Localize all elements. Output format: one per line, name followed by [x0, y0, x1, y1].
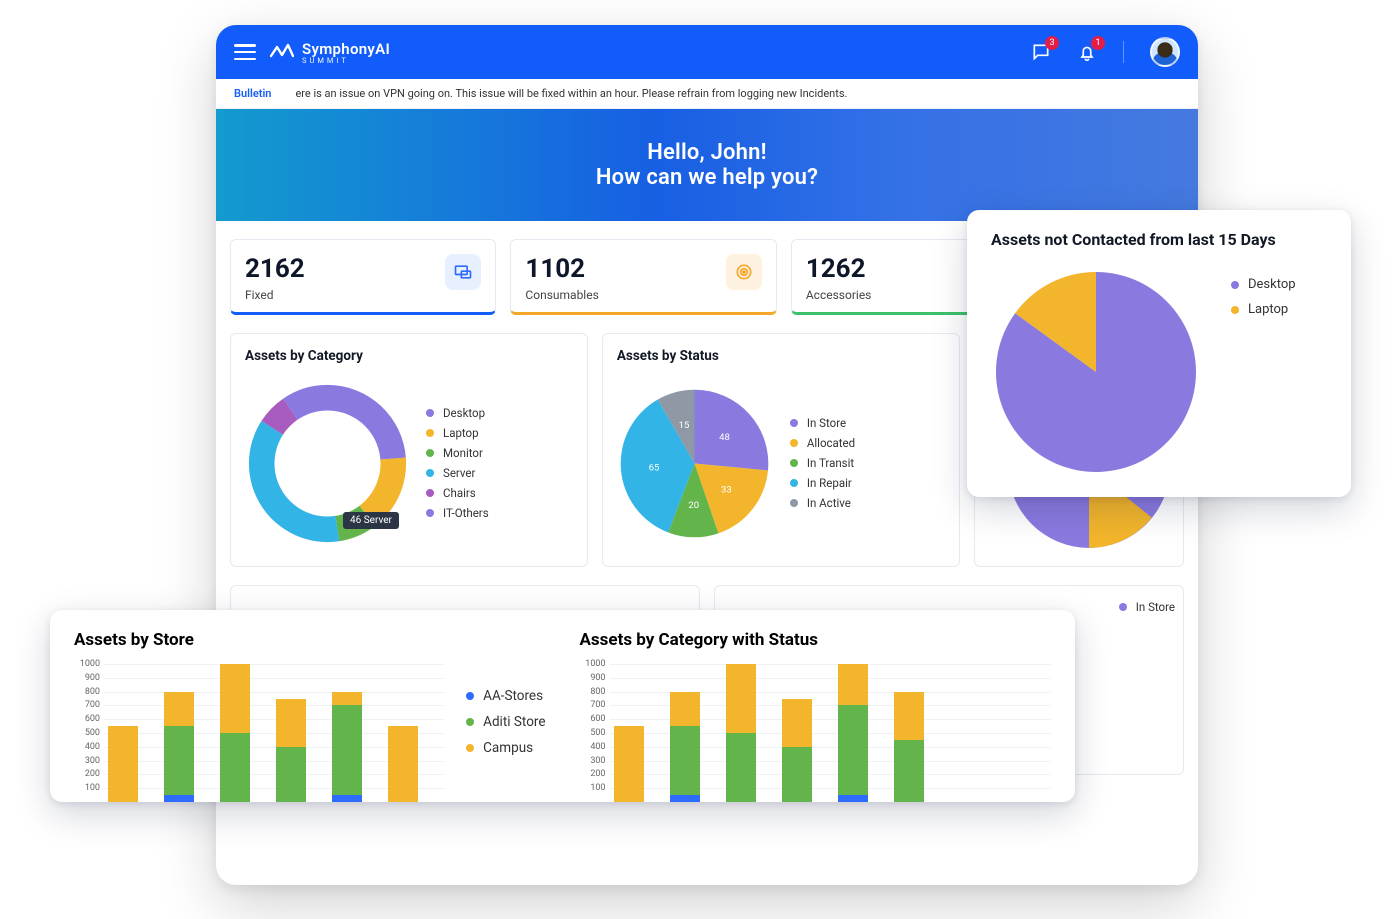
legend-item[interactable]: AA-Stores	[466, 688, 545, 704]
kpi-consumables[interactable]: 1102 Consumables	[510, 239, 776, 315]
kpi-fixed[interactable]: 2162 Fixed	[230, 239, 496, 315]
legend-item[interactable]: In Transit	[790, 456, 855, 470]
svg-text:15: 15	[679, 419, 690, 430]
legend-label: Desktop	[1248, 277, 1296, 292]
legend-label: In Active	[807, 496, 851, 510]
legend-label: In Transit	[807, 456, 854, 470]
bar-chart-catstatus[interactable]: 1002003004005006007008009001000	[580, 664, 1052, 802]
legend-item[interactable]: Aditi Store	[466, 714, 545, 730]
chart-tooltip: 46 Server	[343, 512, 399, 529]
panel-title: Assets by Category	[245, 348, 573, 364]
legend-item[interactable]: Allocated	[790, 436, 855, 450]
panel-assets-by-category: Assets by Category Desktop Laptop Monitor S…	[230, 333, 588, 567]
card-bar-charts: Assets by Store 100200300400500600700800…	[50, 610, 1075, 802]
pie-status[interactable]: 48 33 20 65 15	[617, 386, 772, 541]
avatar[interactable]	[1150, 37, 1180, 67]
bell-badge: 1	[1091, 36, 1105, 50]
legend-item[interactable]: Server	[426, 466, 489, 480]
pie-not-contacted[interactable]	[991, 267, 1201, 477]
legend-item[interactable]: Desktop	[1231, 277, 1296, 292]
kpi-label: Fixed	[245, 288, 305, 302]
legend-item[interactable]: Desktop	[426, 406, 489, 420]
kpi-label: Accessories	[806, 288, 872, 302]
card-title: Assets not Contacted from last 15 Days	[991, 230, 1327, 249]
legend-item[interactable]: Laptop	[426, 426, 489, 440]
brand-sub: SUMMIT	[302, 56, 390, 65]
legend-category: Desktop Laptop Monitor Server Chairs IT-Other…	[426, 400, 489, 526]
panel-title: Assets by Status	[617, 348, 945, 364]
kpi-value: 1102	[525, 254, 598, 284]
brand-logo-icon	[270, 40, 294, 64]
legend-item[interactable]: Campus	[466, 740, 545, 756]
legend-label: Allocated	[807, 436, 855, 450]
legend-label: AA-Stores	[483, 688, 543, 704]
header-divider	[1123, 41, 1124, 63]
legend-label: In Store	[807, 416, 846, 430]
panel-assets-by-status: Assets by Status 48 33 20 65 15 In Store Allo…	[602, 333, 960, 567]
legend-status: In Store Allocated In Transit In Repair In A…	[790, 410, 855, 516]
legend-instore: In Store	[1119, 594, 1175, 620]
legend-item[interactable]: IT-Others	[426, 506, 489, 520]
kpi-value: 1262	[806, 254, 872, 284]
brand[interactable]: SymphonyAI SUMMIT	[270, 40, 390, 65]
legend-label: Aditi Store	[483, 714, 545, 730]
legend-store: AA-Stores Aditi Store Campus	[466, 678, 545, 802]
kpi-icon	[726, 254, 762, 290]
legend-label: In Store	[1136, 600, 1175, 614]
legend-label: Server	[443, 466, 475, 480]
hero-line2: How can we help you?	[596, 165, 818, 190]
legend-label: Campus	[483, 740, 533, 756]
app-header: SymphonyAI SUMMIT 3 1	[216, 25, 1198, 79]
legend-label: Monitor	[443, 446, 483, 460]
legend-item[interactable]: Laptop	[1231, 302, 1296, 317]
bar-chart-store[interactable]: 1002003004005006007008009001000	[74, 664, 444, 802]
legend-label: Chairs	[443, 486, 476, 500]
bulletin-tag[interactable]: Bulletin	[234, 87, 271, 100]
legend-item[interactable]: In Repair	[790, 476, 855, 490]
svg-text:20: 20	[688, 499, 699, 510]
svg-text:65: 65	[648, 462, 659, 473]
menu-icon[interactable]	[234, 44, 256, 60]
chart-title: Assets by Category with Status	[580, 630, 1052, 650]
bell-icon[interactable]: 1	[1077, 42, 1097, 62]
kpi-label: Consumables	[525, 288, 598, 302]
chat-badge: 3	[1045, 36, 1059, 50]
bulletin-text: ere is an issue on VPN going on. This is…	[295, 87, 847, 100]
legend-item[interactable]: Chairs	[426, 486, 489, 500]
legend-label: Laptop	[1248, 302, 1288, 317]
legend-label: In Repair	[807, 476, 852, 490]
legend-not-contacted: Desktop Laptop	[1231, 267, 1296, 327]
legend-label: Desktop	[443, 406, 485, 420]
chart-title: Assets by Store	[74, 630, 546, 650]
chat-icon[interactable]: 3	[1031, 42, 1051, 62]
hero-banner: Hello, John! How can we help you?	[216, 109, 1198, 221]
legend-item[interactable]: Monitor	[426, 446, 489, 460]
legend-item[interactable]: In Store	[790, 416, 855, 430]
bulletin-bar: Bulletin ere is an issue on VPN going on…	[216, 79, 1198, 109]
hero-line1: Hello, John!	[647, 140, 767, 165]
svg-text:48: 48	[719, 431, 730, 442]
legend-label: Laptop	[443, 426, 479, 440]
card-assets-not-contacted: Assets not Contacted from last 15 Days D…	[967, 210, 1351, 497]
kpi-value: 2162	[245, 254, 305, 284]
legend-item[interactable]: In Active	[790, 496, 855, 510]
legend-label: IT-Others	[443, 506, 489, 520]
kpi-icon	[445, 254, 481, 290]
svg-text:33: 33	[721, 484, 732, 495]
